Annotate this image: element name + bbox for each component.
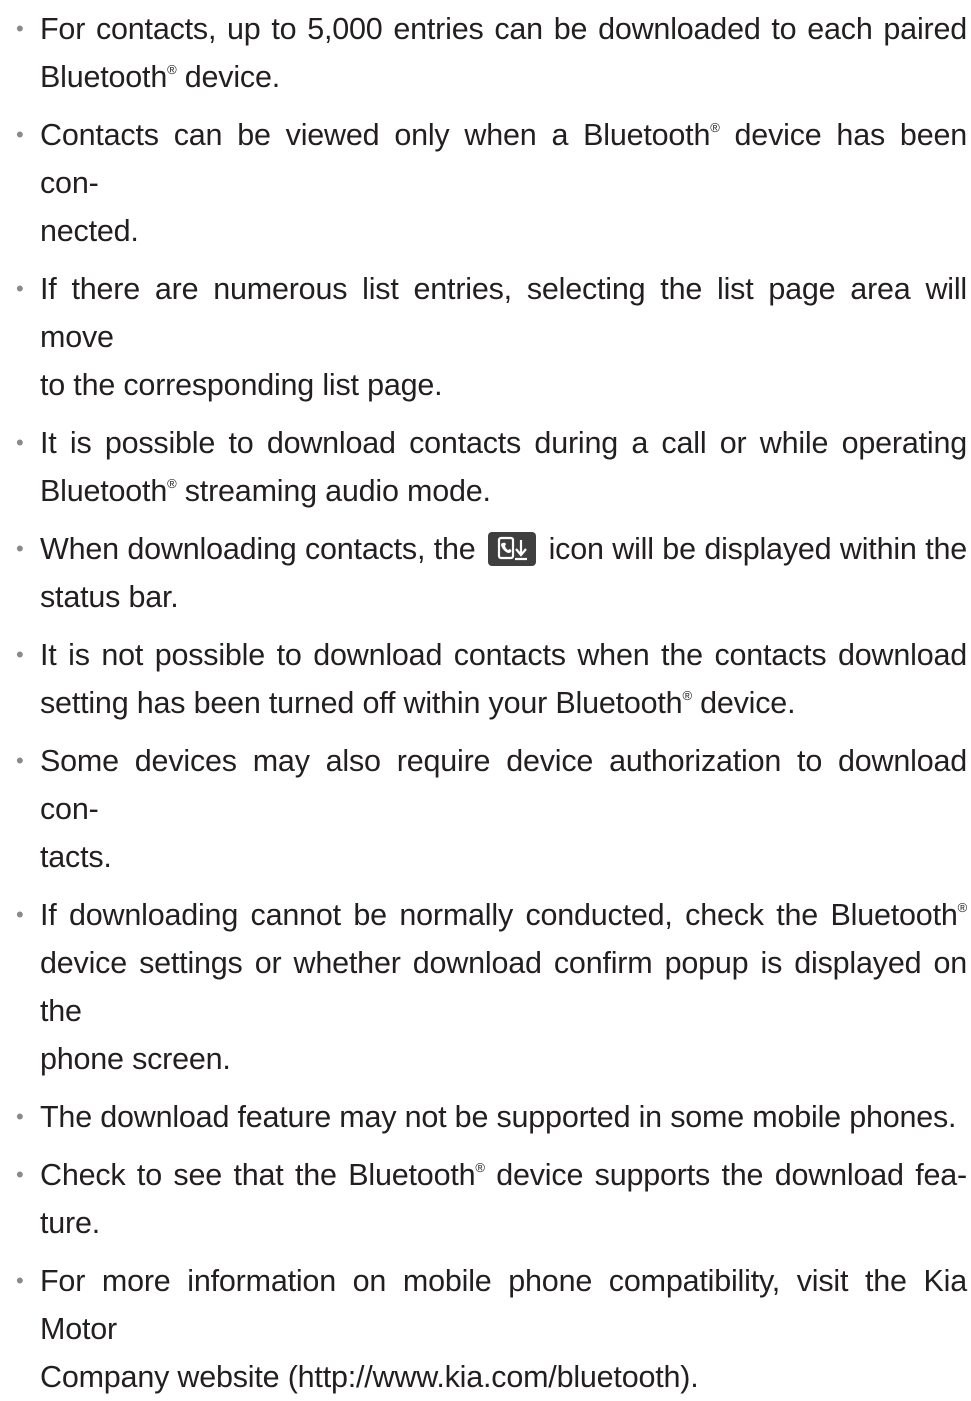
- contacts-download-icon: [488, 532, 537, 566]
- note-line: Bluetooth® streaming audio mode.: [40, 474, 491, 508]
- bullet: •: [16, 642, 24, 667]
- registered-mark: ®: [475, 1160, 485, 1175]
- note-line: It is not possible to download contacts …: [40, 638, 967, 672]
- note-item: • When downloading contacts, the icon wi…: [0, 525, 971, 621]
- note-line: If downloading cannot be normally conduc…: [40, 898, 968, 932]
- note-line: ture.: [40, 1206, 101, 1240]
- note-line: Check to see that the Bluetooth® device …: [40, 1158, 967, 1192]
- bullet: •: [16, 1162, 24, 1187]
- registered-mark: ®: [682, 688, 692, 703]
- note-line: If there are numerous list entries, sele…: [40, 272, 967, 354]
- note-line: Company website (http://www.kia.com/blue…: [40, 1360, 699, 1394]
- notes-list: • For contacts, up to 5,000 entries can …: [0, 0, 971, 1401]
- bullet: •: [16, 430, 24, 455]
- bullet: •: [16, 902, 24, 927]
- note-line: nected.: [40, 214, 139, 248]
- note-line: Bluetooth® device.: [40, 60, 280, 94]
- bullet: •: [16, 276, 24, 301]
- note-line: For more information on mobile phone com…: [40, 1264, 967, 1346]
- note-line: setting has been turned off within your …: [40, 686, 796, 720]
- note-line: Some devices may also require device aut…: [40, 744, 967, 826]
- registered-mark: ®: [957, 900, 968, 915]
- note-item: • Some devices may also require device a…: [0, 737, 971, 881]
- note-line: Contacts can be viewed only when a Bluet…: [40, 118, 967, 200]
- bullet: •: [16, 1268, 24, 1293]
- note-item: • For more information on mobile phone c…: [0, 1257, 971, 1401]
- note-line: device settings or whether download conf…: [40, 946, 967, 1028]
- note-line: The download feature may not be supporte…: [40, 1100, 957, 1134]
- note-line: phone screen.: [40, 1042, 231, 1076]
- bullet: •: [16, 748, 24, 773]
- note-item: • It is not possible to download contact…: [0, 631, 971, 727]
- note-line: to the corresponding list page.: [40, 368, 443, 402]
- note-line: tacts.: [40, 840, 112, 874]
- note-item: • It is possible to download contacts du…: [0, 419, 971, 515]
- note-item: • For contacts, up to 5,000 entries can …: [0, 5, 971, 101]
- note-item: • The download feature may not be suppor…: [0, 1093, 971, 1141]
- note-line: For contacts, up to 5,000 entries can be…: [40, 12, 967, 46]
- note-item: • If there are numerous list entries, se…: [0, 265, 971, 409]
- note-line: When downloading contacts, the icon will…: [40, 532, 967, 566]
- bullet: •: [16, 1104, 24, 1129]
- note-line: status bar.: [40, 580, 179, 614]
- note-line: It is possible to download contacts duri…: [40, 426, 967, 460]
- note-item: • If downloading cannot be normally cond…: [0, 891, 971, 1083]
- registered-mark: ®: [710, 120, 720, 135]
- bullet: •: [16, 16, 24, 41]
- bullet: •: [16, 536, 24, 561]
- bullet: •: [16, 122, 24, 147]
- contacts-download-icon-glyph: [497, 536, 528, 561]
- note-item: • Check to see that the Bluetooth® devic…: [0, 1151, 971, 1247]
- note-item: • Contacts can be viewed only when a Blu…: [0, 111, 971, 255]
